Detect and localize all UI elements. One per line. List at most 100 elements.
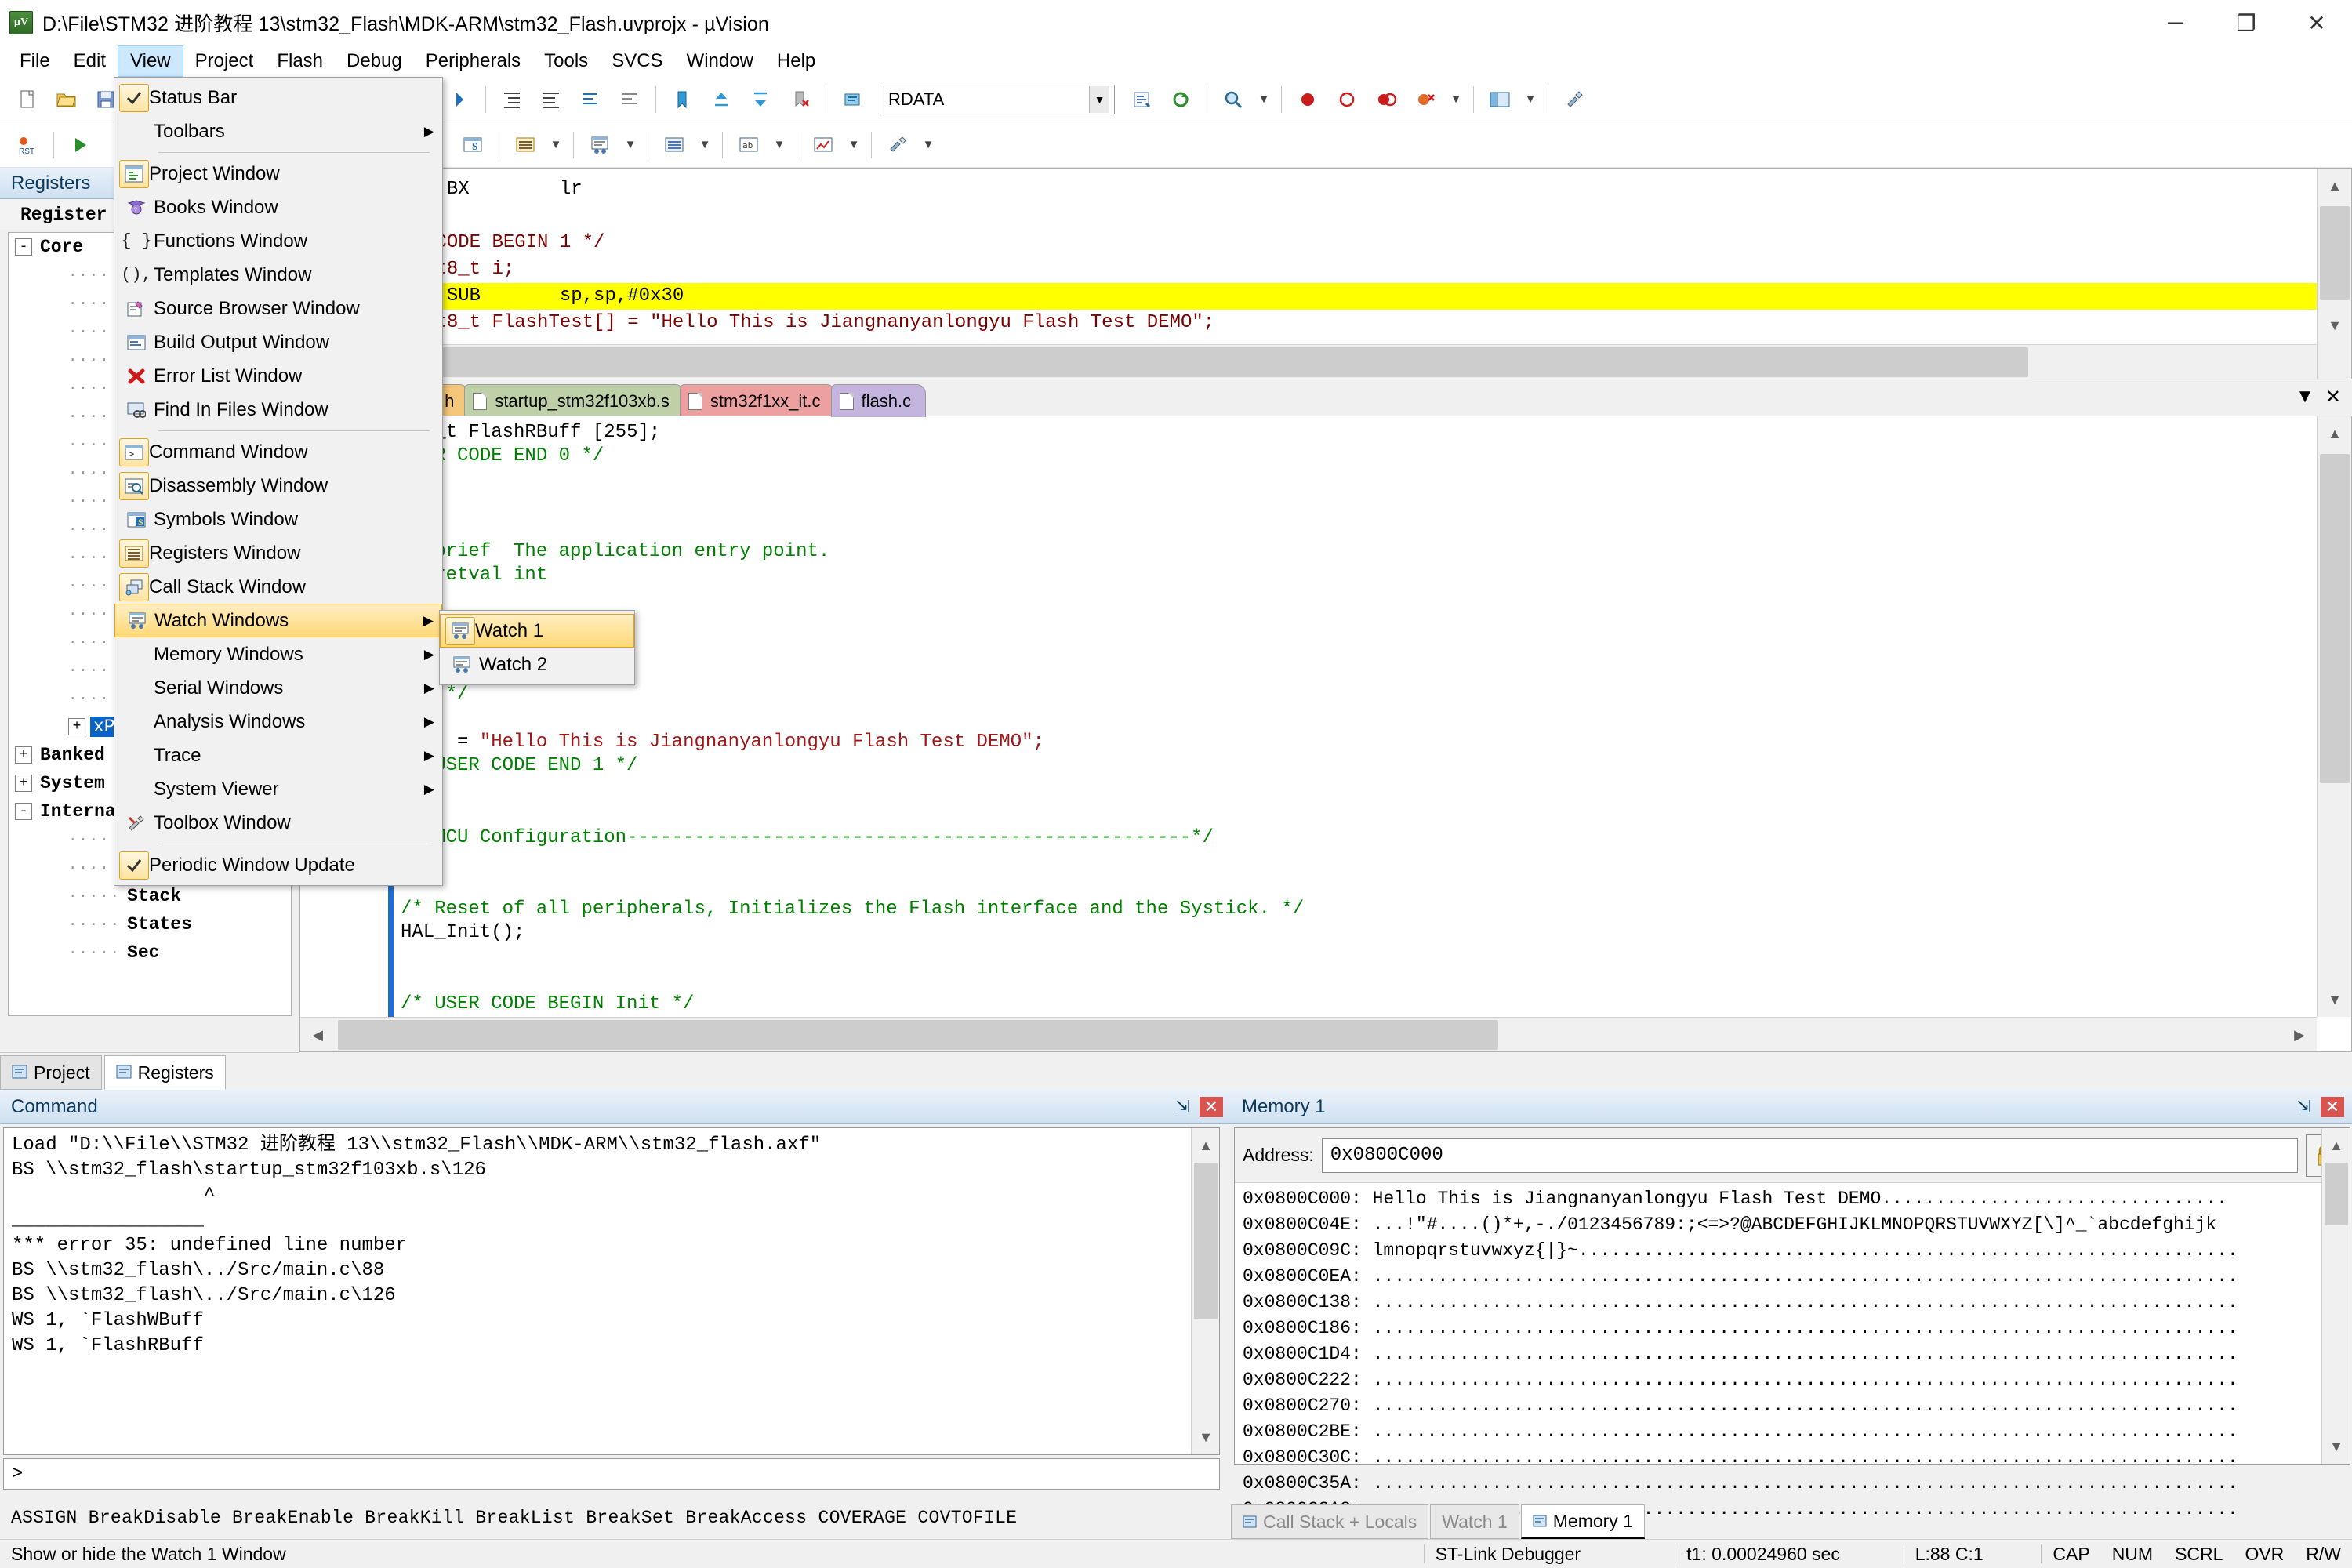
maximize-button[interactable]: ❐ bbox=[2211, 0, 2281, 45]
memory-window-icon[interactable] bbox=[655, 126, 693, 164]
editor-vscrollbar[interactable]: ▲ ▼ bbox=[2317, 416, 2351, 1017]
target-selector[interactable]: RDATA ▼ bbox=[880, 85, 1115, 114]
scroll-up-icon[interactable]: ▲ bbox=[1192, 1128, 1220, 1163]
menu-item-call-stack-window[interactable]: Call Stack Window bbox=[114, 570, 442, 604]
layout-dropdown-icon[interactable]: ▼ bbox=[1520, 81, 1541, 118]
indent-icon[interactable] bbox=[493, 81, 531, 118]
scroll-left-icon[interactable]: ◀ bbox=[300, 1018, 335, 1052]
window-layout-icon[interactable] bbox=[1481, 81, 1519, 118]
menu-view[interactable]: View bbox=[118, 45, 183, 77]
scroll-thumb[interactable] bbox=[2320, 454, 2350, 783]
scroll-up-icon[interactable]: ▲ bbox=[2322, 1128, 2350, 1163]
scroll-down-icon[interactable]: ▼ bbox=[1192, 1420, 1220, 1454]
menu-project[interactable]: Project bbox=[183, 45, 266, 77]
tools-icon[interactable] bbox=[879, 126, 916, 164]
register-row-sec[interactable]: ·····Sec bbox=[9, 938, 291, 967]
menu-item-toolbox-window[interactable]: Toolbox Window bbox=[114, 806, 442, 840]
comment-icon[interactable] bbox=[572, 81, 609, 118]
registers-window-icon[interactable] bbox=[506, 126, 544, 164]
menu-item-symbols-window[interactable]: SSymbols Window bbox=[114, 503, 442, 536]
scroll-thumb[interactable] bbox=[1194, 1163, 1218, 1319]
editor-tab-stm32f1xx-it-c[interactable]: stm32f1xx_it.c bbox=[680, 384, 836, 417]
tree-expander-icon[interactable]: - bbox=[15, 238, 32, 256]
submenu-item-watch-1[interactable]: Watch 1 bbox=[440, 614, 634, 648]
pin-icon[interactable]: ⇲ bbox=[2296, 1097, 2310, 1117]
bookmark-icon[interactable] bbox=[663, 81, 701, 118]
menu-item-functions-window[interactable]: { }Functions Window bbox=[114, 224, 442, 258]
close-icon[interactable]: ✕ bbox=[1200, 1097, 1223, 1117]
scroll-thumb[interactable] bbox=[2320, 206, 2350, 300]
tools-dropdown-icon[interactable]: ▼ bbox=[918, 126, 938, 164]
disassembly-vscrollbar[interactable]: ▲ ▼ bbox=[2317, 169, 2351, 379]
scroll-down-icon[interactable]: ▼ bbox=[2322, 1429, 2350, 1464]
menu-item-templates-window[interactable]: (),Templates Window bbox=[114, 258, 442, 292]
menu-item-project-window[interactable]: Project Window bbox=[114, 157, 442, 191]
menu-file[interactable]: File bbox=[8, 45, 62, 77]
menu-item-error-list-window[interactable]: Error List Window bbox=[114, 359, 442, 393]
menu-flash[interactable]: Flash bbox=[265, 45, 335, 77]
bottom-tab-memory-1[interactable]: Memory 1 bbox=[1521, 1504, 1645, 1539]
menu-item-status-bar[interactable]: Status Bar bbox=[114, 81, 442, 114]
configure-icon[interactable] bbox=[1555, 81, 1593, 118]
serial-window-icon[interactable]: ab bbox=[730, 126, 768, 164]
scroll-down-icon[interactable]: ▼ bbox=[2318, 982, 2352, 1017]
rebuild-icon[interactable] bbox=[1162, 81, 1200, 118]
chevron-down-icon[interactable]: ▼ bbox=[2296, 386, 2314, 408]
outdent-icon[interactable] bbox=[532, 81, 570, 118]
menu-edit[interactable]: Edit bbox=[62, 45, 118, 77]
minimize-button[interactable]: ─ bbox=[2140, 0, 2211, 45]
submenu-item-watch-2[interactable]: Watch 2 bbox=[440, 648, 634, 681]
close-icon[interactable]: ✕ bbox=[2325, 386, 2341, 408]
tree-expander-icon[interactable]: - bbox=[15, 803, 32, 820]
menu-item-registers-window[interactable]: Registers Window bbox=[114, 536, 442, 570]
command-output[interactable]: Load "D:\\File\\STM32 进阶教程 13\\stm32_Fla… bbox=[3, 1127, 1220, 1455]
menu-svcs[interactable]: SVCS bbox=[600, 45, 674, 77]
menu-item-toolbars[interactable]: Toolbars▶ bbox=[114, 114, 442, 148]
command-input[interactable]: > bbox=[3, 1458, 1220, 1490]
scroll-right-icon[interactable]: ▶ bbox=[2282, 1018, 2317, 1052]
scroll-down-icon[interactable]: ▼ bbox=[2318, 308, 2352, 343]
disable-breakpoint-icon[interactable] bbox=[1328, 81, 1366, 118]
clear-bookmarks-icon[interactable] bbox=[781, 81, 818, 118]
kill-breakpoints-icon[interactable] bbox=[1367, 81, 1405, 118]
menu-item-trace[interactable]: Trace▶ bbox=[114, 739, 442, 772]
menu-item-books-window[interactable]: ?Books Window bbox=[114, 191, 442, 224]
forward-icon[interactable] bbox=[441, 81, 478, 118]
address-input[interactable]: 0x0800C000 bbox=[1322, 1138, 2298, 1173]
serial-dropdown-icon[interactable]: ▼ bbox=[769, 126, 789, 164]
editor-hscrollbar[interactable]: ◀ ▶ bbox=[300, 1017, 2317, 1051]
pin-icon[interactable]: ⇲ bbox=[1175, 1097, 1189, 1117]
menu-item-system-viewer[interactable]: System Viewer▶ bbox=[114, 772, 442, 806]
run-icon[interactable] bbox=[61, 126, 99, 164]
hscroll-thumb[interactable] bbox=[338, 1020, 1498, 1050]
symbols-window-icon[interactable]: S bbox=[454, 126, 492, 164]
tree-expander-icon[interactable]: + bbox=[15, 746, 32, 764]
menu-item-analysis-windows[interactable]: Analysis Windows▶ bbox=[114, 705, 442, 739]
tree-expander-icon[interactable]: + bbox=[15, 775, 32, 792]
breakpoint-dropdown-icon[interactable]: ▼ bbox=[1446, 81, 1466, 118]
code-area[interactable]: nt8_t FlashRBuff [255];USER CODE END 0 *… bbox=[401, 416, 2315, 1051]
command-vscrollbar[interactable]: ▲ ▼ bbox=[1191, 1128, 1219, 1454]
magnify-icon[interactable] bbox=[1214, 81, 1252, 118]
menu-item-find-in-files-window[interactable]: Find In Files Window bbox=[114, 393, 442, 426]
menu-item-periodic-window-update[interactable]: Periodic Window Update bbox=[114, 848, 442, 882]
tree-expander-icon[interactable]: + bbox=[68, 718, 85, 735]
code-editor[interactable]: 101102103104105106 nt8_t FlashRBuff [255… bbox=[299, 416, 2352, 1052]
memory-dropdown-icon[interactable]: ▼ bbox=[695, 126, 715, 164]
analysis-dropdown-icon[interactable]: ▼ bbox=[844, 126, 864, 164]
bottom-tab-watch-1[interactable]: Watch 1 bbox=[1430, 1504, 1519, 1539]
menu-item-disassembly-window[interactable]: Disassembly Window bbox=[114, 469, 442, 503]
register-row-stack[interactable]: ·····Stack bbox=[9, 882, 291, 910]
watch-windows-submenu[interactable]: Watch 1Watch 2 bbox=[439, 610, 635, 685]
disable-all-breakpoints-icon[interactable] bbox=[1406, 81, 1444, 118]
breakpoint-icon[interactable] bbox=[1289, 81, 1327, 118]
menu-item-command-window[interactable]: >Command Window bbox=[114, 435, 442, 469]
disassembly-hscrollbar[interactable] bbox=[300, 344, 2317, 379]
next-bookmark-icon[interactable] bbox=[742, 81, 779, 118]
build-icon[interactable] bbox=[1123, 81, 1160, 118]
editor-tab-startup-stm32f103xb-s[interactable]: startup_stm32f103xb.s bbox=[464, 384, 684, 417]
pane-tab-registers[interactable]: Registers bbox=[104, 1055, 226, 1090]
hscroll-thumb[interactable] bbox=[303, 347, 2028, 377]
registers-dropdown-icon[interactable]: ▼ bbox=[546, 126, 566, 164]
menu-peripherals[interactable]: Peripherals bbox=[414, 45, 532, 77]
